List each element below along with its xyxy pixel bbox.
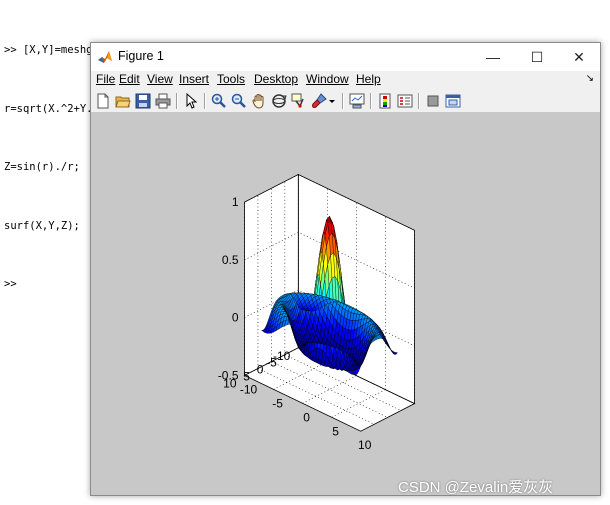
- figure-window: Figure 1 — ☐ ✕ File Edit View Insert Too…: [90, 42, 601, 496]
- x-tick-label: -5: [272, 396, 283, 410]
- brush-icon[interactable]: [311, 93, 327, 109]
- select-arrow-icon[interactable]: [183, 93, 199, 109]
- print-icon[interactable]: [155, 93, 171, 109]
- legend-icon[interactable]: [397, 93, 413, 109]
- hide-plot-tools-icon[interactable]: [425, 93, 441, 109]
- minimize-button[interactable]: —: [471, 43, 515, 71]
- window-title: Figure 1: [118, 49, 164, 63]
- toolbar-separator: [204, 93, 206, 109]
- zoom-out-icon[interactable]: [231, 93, 247, 109]
- matlab-logo-icon: [97, 49, 113, 65]
- watermark-text: CSDN @Zevalin爱灰灰: [398, 479, 554, 496]
- menu-bar: File Edit View Insert Tools Desktop Wind…: [91, 71, 600, 89]
- y-tick-label: 10: [223, 376, 237, 390]
- x-tick-label: -10: [240, 382, 258, 396]
- menu-insert[interactable]: Insert: [179, 72, 209, 86]
- toolbar-separator: [176, 93, 178, 109]
- toolbar-separator: [418, 93, 420, 109]
- x-tick-label: 5: [332, 424, 339, 438]
- menu-desktop[interactable]: Desktop: [254, 72, 298, 86]
- z-tick-label: 0: [232, 311, 239, 325]
- y-tick-label: -5: [266, 356, 277, 370]
- y-tick-label: 0: [257, 363, 264, 377]
- data-cursor-icon[interactable]: [291, 93, 307, 109]
- dock-arrow-icon[interactable]: ↘: [586, 73, 594, 84]
- close-button[interactable]: ✕: [557, 43, 601, 71]
- colorbar-icon[interactable]: [377, 93, 393, 109]
- toolbar-separator: [342, 93, 344, 109]
- menu-view[interactable]: View: [147, 72, 173, 86]
- menu-tools[interactable]: Tools: [217, 72, 245, 86]
- x-tick-label: 0: [303, 410, 310, 424]
- pan-hand-icon[interactable]: [251, 93, 267, 109]
- menu-help[interactable]: Help: [356, 72, 381, 86]
- figure-canvas[interactable]: -0.5 0 0.5 1 -10 -5 0 5 10 -10 -5 0 5 10: [91, 113, 600, 495]
- y-tick-label: 5: [243, 370, 250, 384]
- toolbar-separator: [370, 93, 372, 109]
- maximize-button[interactable]: ☐: [515, 43, 559, 71]
- menu-window[interactable]: Window: [306, 72, 349, 86]
- save-icon[interactable]: [135, 93, 151, 109]
- rotate-3d-icon[interactable]: [271, 93, 287, 109]
- menu-file[interactable]: File: [96, 72, 115, 86]
- zoom-in-icon[interactable]: [211, 93, 227, 109]
- link-plot-icon[interactable]: [349, 93, 365, 109]
- back-wall-yz: [244, 173, 299, 377]
- z-tick-label: 0.5: [222, 253, 239, 267]
- figure-toolbar: [91, 89, 600, 113]
- x-tick-label: 10: [358, 438, 372, 452]
- title-bar[interactable]: Figure 1 — ☐ ✕: [91, 43, 600, 71]
- surface-plot[interactable]: -0.500.51-10-50510 -10-50510: [91, 113, 600, 495]
- open-file-icon[interactable]: [115, 93, 131, 109]
- z-tick-label: 1: [232, 195, 239, 209]
- show-plot-tools-icon[interactable]: [445, 93, 461, 109]
- menu-edit[interactable]: Edit: [119, 72, 140, 86]
- dropdown-arrow-icon[interactable]: [328, 93, 336, 109]
- new-figure-icon[interactable]: [95, 93, 111, 109]
